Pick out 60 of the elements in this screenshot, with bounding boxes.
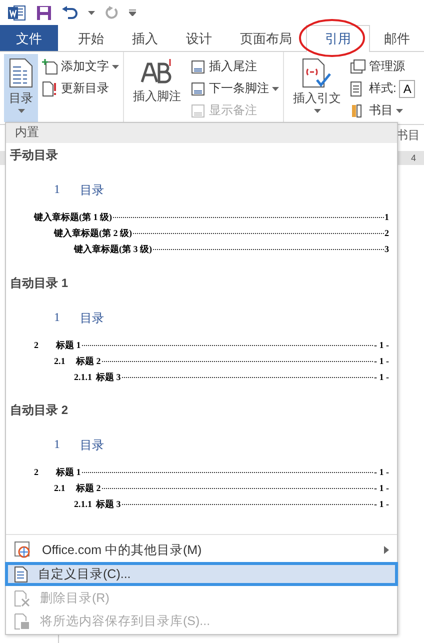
ribbon-button[interactable]: 添加文字 <box>42 57 119 76</box>
ribbon-tab[interactable]: 邮件 <box>370 25 424 51</box>
toc-entry: 2.1.1 标题 3 - 1 - <box>73 498 390 512</box>
document-list-icon <box>9 58 33 88</box>
note-icon <box>190 80 206 96</box>
note-icon <box>190 102 206 118</box>
toc-entry: 2.1 标题 2 - 1 - <box>53 354 390 368</box>
ribbon-button[interactable]: 更新目录 <box>42 79 119 98</box>
customize-toolbar-icon[interactable] <box>129 9 136 16</box>
ribbon-tab[interactable]: 设计 <box>172 25 226 51</box>
undo-icon[interactable] <box>62 6 78 20</box>
delete-document-icon <box>14 590 30 607</box>
footnote-icon <box>140 58 174 86</box>
gallery-item-title[interactable]: 自动目录 2 <box>6 398 397 420</box>
ribbon-button[interactable]: 插入尾注 <box>190 57 279 76</box>
toc-entry: 2 标题 1 - 1 - <box>33 338 390 352</box>
ribbon-tab[interactable]: 插入 <box>118 25 172 51</box>
menu-item[interactable]: 自定义目录(C)... <box>5 562 398 586</box>
toc-entry: 2.1.1 标题 3 - 1 - <box>73 370 390 384</box>
toc-entry: 键入章标题(第 2 级) 2 <box>52 226 390 240</box>
ribbon-tab[interactable]: 引用 <box>306 25 370 52</box>
caret-icon <box>314 109 320 113</box>
document-icon <box>14 566 28 583</box>
note-icon <box>190 58 206 74</box>
style-dropdown[interactable]: A <box>399 80 416 98</box>
toc-heading-number: 1 <box>54 437 60 454</box>
toc-entry: 键入章标题(第 1 级) 1 <box>32 210 390 224</box>
document-exclamation-icon <box>42 80 58 96</box>
section-header: 内置 <box>6 123 397 143</box>
save-document-icon <box>14 613 30 630</box>
add-document-icon <box>42 58 58 74</box>
toc-heading: 目录 <box>80 310 104 327</box>
toc-button[interactable]: 目录 <box>4 54 38 122</box>
globe-icon <box>14 541 32 560</box>
toc-entry: 2.1 标题 2 - 1 - <box>53 482 390 496</box>
copy-icon <box>350 58 366 74</box>
toc-entry: 2 标题 1 - 1 - <box>33 466 390 480</box>
ribbon-button[interactable]: 下一条脚注 <box>190 79 279 98</box>
caret-icon <box>18 109 24 113</box>
ribbon-button[interactable]: 书目 <box>350 101 416 120</box>
toc-heading: 目录 <box>80 182 104 199</box>
ribbon-tab[interactable]: 页面布局 <box>226 25 306 51</box>
menu-item[interactable]: Office.com 中的其他目录(M) <box>5 538 398 562</box>
ribbon-tab[interactable]: 开始 <box>64 25 118 51</box>
toc-heading-number: 1 <box>54 182 60 198</box>
toc-heading: 目录 <box>80 437 104 454</box>
save-icon[interactable] <box>36 4 52 20</box>
file-tab[interactable]: 文件 <box>0 25 58 51</box>
toc-entry: 键入章标题(第 3 级) 3 <box>72 242 390 256</box>
gallery-item-title[interactable]: 自动目录 1 <box>6 270 397 292</box>
toc-heading-number: 1 <box>54 310 60 326</box>
caret-icon <box>396 108 403 112</box>
word-logo-icon[interactable] <box>8 4 26 20</box>
style-label: 样式: <box>369 80 396 97</box>
document-check-icon <box>302 58 331 88</box>
highlight-circle <box>298 18 366 58</box>
caret-icon <box>88 10 95 14</box>
insert-footnote-button[interactable]: 插入脚注 <box>128 54 186 122</box>
insert-citation-button[interactable]: 插入引文 <box>288 54 346 122</box>
ribbon-button[interactable]: 管理源 <box>350 57 416 76</box>
